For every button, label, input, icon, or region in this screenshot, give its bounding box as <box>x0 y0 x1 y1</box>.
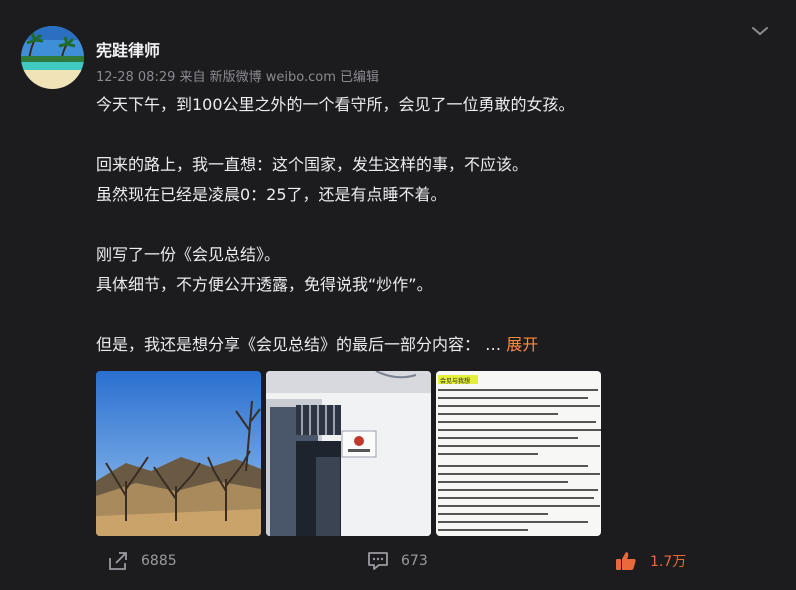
comment-icon <box>368 552 388 570</box>
expand-link[interactable]: 展开 <box>506 335 538 354</box>
author-name[interactable]: 宪跬律师 <box>96 37 160 61</box>
post-last-line: 但是，我还是想分享《会见总结》的最后一部分内容： … 展开 <box>96 330 696 360</box>
share-button[interactable]: 6885 <box>107 546 177 576</box>
post-line-text: 但是，我还是想分享《会见总结》的最后一部分内容： … <box>96 335 507 354</box>
image-thumbnail-1[interactable] <box>96 371 261 536</box>
post-line: 刚写了一份《会见总结》。 <box>96 245 281 264</box>
post-line: 今天下午，到100公里之外的一个看守所，会见了一位勇敢的女孩。 <box>96 95 575 114</box>
post-body: 今天下午，到100公里之外的一个看守所，会见了一位勇敢的女孩。 回来的路上，我一… <box>96 90 696 360</box>
like-button[interactable]: 1.7万 <box>614 546 686 576</box>
weibo-post-card: 宪跬律师 12-28 08:29 来自 新版微博 weibo.com 已编辑 今… <box>0 0 796 590</box>
chevron-down-icon <box>752 27 768 36</box>
post-line: 具体细节，不方便公开透露，免得说我“炒作”。 <box>96 275 433 294</box>
post-line <box>96 300 696 330</box>
comment-button[interactable]: 673 <box>367 546 428 576</box>
more-options-button[interactable] <box>749 22 771 40</box>
post-meta: 12-28 08:29 来自 新版微博 weibo.com 已编辑 <box>96 70 380 85</box>
post-line: 虽然现在已经是凌晨0：25了，还是有点睡不着。 <box>96 185 447 204</box>
avatar[interactable] <box>21 26 84 89</box>
like-icon <box>616 552 636 570</box>
comment-count: 673 <box>401 553 428 569</box>
avatar-beach-image <box>21 26 84 89</box>
document-heading: 会见与我想 <box>440 377 470 385</box>
share-count: 6885 <box>141 553 177 569</box>
building-door-image <box>266 371 431 536</box>
post-line <box>96 210 696 240</box>
like-count: 1.7万 <box>650 554 687 570</box>
action-bar: 6885 673 1.7万 <box>0 546 796 576</box>
post-line: 回来的路上，我一直想：这个国家，发生这样的事，不应该。 <box>96 155 529 174</box>
mountain-trees-image <box>96 371 261 536</box>
post-line <box>96 120 696 150</box>
image-thumbnail-3[interactable]: 会见与我想 <box>436 371 601 536</box>
image-thumbnail-2[interactable] <box>266 371 431 536</box>
document-text-image: 会见与我想 <box>436 371 601 536</box>
share-icon <box>109 552 127 570</box>
